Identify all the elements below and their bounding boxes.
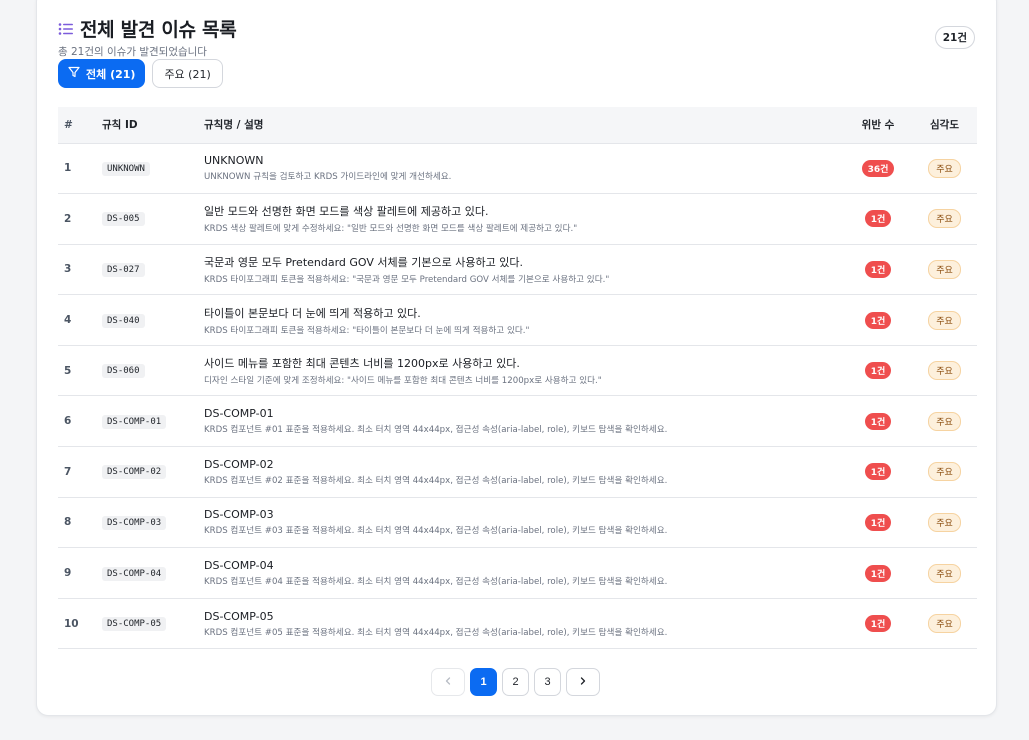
rule-description: UNKNOWN 규칙을 검토하고 KRDS 가이드라인에 맞게 개선하세요. xyxy=(204,172,452,183)
row-number: 4 xyxy=(64,314,72,327)
rule-name: 타이틀이 본문보다 더 눈에 띄게 적용하고 있다. xyxy=(204,306,421,320)
filter-major-label: 주요 (21) xyxy=(164,67,211,81)
prev-page-button[interactable] xyxy=(431,668,465,696)
issues-card: 전체 발견 이슈 목록 총 21건의 이슈가 발견되었습니다 21건 전체 (2… xyxy=(36,0,997,716)
severity-badge: 주요 xyxy=(928,512,961,532)
violation-count-badge: 1건 xyxy=(864,513,892,531)
col-header-number: # xyxy=(58,107,102,144)
row-number: 7 xyxy=(64,465,72,478)
page-button-2[interactable]: 2 xyxy=(502,668,529,696)
row-number: 9 xyxy=(64,567,72,580)
col-header-severity: 심각도 xyxy=(912,107,977,144)
rule-id: DS-COMP-02 xyxy=(102,465,167,480)
rule-description: KRDS 타이포그래피 토큰을 적용하세요: "타이틀이 본문보다 더 눈에 띄… xyxy=(204,325,530,336)
rule-name: DS-COMP-01 xyxy=(204,407,274,421)
rule-name: DS-COMP-05 xyxy=(204,609,274,623)
col-header-violations: 위반 수 xyxy=(844,107,912,144)
table-row[interactable]: 7 DS-COMP-02 DS-COMP-02 KRDS 컴포넌트 #02 표준을… xyxy=(58,447,977,498)
table-row[interactable]: 1 UNKNOWN UNKNOWN UNKNOWN 규칙을 검토하고 KRDS 가… xyxy=(58,143,977,194)
violation-count-badge: 1건 xyxy=(864,260,892,278)
rule-id: DS-060 xyxy=(102,364,145,379)
rule-description: KRDS 컴포넌트 #02 표준을 적용하세요. 최소 터치 영역 44x44p… xyxy=(204,475,668,486)
violation-count-badge: 1건 xyxy=(864,311,892,329)
rule-name: 국문과 영문 모두 Pretendard GOV 서체를 기본으로 사용하고 있… xyxy=(204,255,523,269)
table-row[interactable]: 2 DS-005 일반 모드와 선명한 화면 모드를 색상 팔레트에 제공하고 … xyxy=(58,194,977,245)
table-row[interactable]: 4 DS-040 타이틀이 본문보다 더 눈에 띄게 적용하고 있다. KRDS … xyxy=(58,295,977,346)
rule-description: KRDS 타이포그래피 토큰을 적용하세요: "국문과 영문 모두 Preten… xyxy=(204,274,610,285)
chevron-left-icon xyxy=(443,676,453,689)
page-subtitle: 총 21건의 이슈가 발견되었습니다 xyxy=(58,46,207,58)
rule-description: KRDS 컴포넌트 #05 표준을 적용하세요. 최소 터치 영역 44x44p… xyxy=(204,627,668,638)
rule-id: DS-005 xyxy=(102,212,145,227)
chevron-right-icon xyxy=(578,676,588,689)
table-header-row: # 규칙 ID 규칙명 / 설명 위반 수 심각도 xyxy=(58,107,977,144)
row-number: 10 xyxy=(64,617,79,630)
severity-badge: 주요 xyxy=(928,462,961,482)
rule-id: DS-COMP-05 xyxy=(102,617,167,632)
list-icon xyxy=(58,22,74,36)
table-row[interactable]: 6 DS-COMP-01 DS-COMP-01 KRDS 컴포넌트 #01 표준을… xyxy=(58,396,977,447)
severity-badge: 주요 xyxy=(928,563,961,583)
filter-bar: 전체 (21) 주요 (21) xyxy=(58,59,223,88)
filter-major-button[interactable]: 주요 (21) xyxy=(152,59,223,88)
table-row[interactable]: 5 DS-060 사이드 메뉴를 포함한 최대 콘텐츠 너비를 1200px로 … xyxy=(58,345,977,396)
violation-count-badge: 1건 xyxy=(864,463,892,481)
issues-table: # 규칙 ID 규칙명 / 설명 위반 수 심각도 1 UNKNOWN UNKN… xyxy=(58,107,977,649)
next-page-button[interactable] xyxy=(566,668,600,696)
table-row[interactable]: 9 DS-COMP-04 DS-COMP-04 KRDS 컴포넌트 #04 표준을… xyxy=(58,548,977,599)
table-row[interactable]: 3 DS-027 국문과 영문 모두 Pretendard GOV 서체를 기본… xyxy=(58,244,977,295)
rule-id: DS-040 xyxy=(102,313,145,328)
rule-id: DS-027 xyxy=(102,262,145,277)
severity-badge: 주요 xyxy=(928,614,961,634)
violation-count-badge: 36건 xyxy=(861,159,895,177)
rule-id: DS-COMP-01 xyxy=(102,414,167,429)
title-row: 전체 발견 이슈 목록 xyxy=(58,15,237,42)
rule-description: KRDS 컴포넌트 #03 표준을 적용하세요. 최소 터치 영역 44x44p… xyxy=(204,526,668,537)
violation-count-badge: 1건 xyxy=(864,210,892,228)
page-button-3[interactable]: 3 xyxy=(534,668,561,696)
violation-count-badge: 1건 xyxy=(864,564,892,582)
row-number: 5 xyxy=(64,364,72,377)
rule-id: UNKNOWN xyxy=(102,161,150,176)
row-number: 6 xyxy=(64,415,72,428)
rule-name: 사이드 메뉴를 포함한 최대 콘텐츠 너비를 1200px로 사용하고 있다. xyxy=(204,357,520,371)
table-row[interactable]: 8 DS-COMP-03 DS-COMP-03 KRDS 컴포넌트 #03 표준을… xyxy=(58,497,977,548)
severity-badge: 주요 xyxy=(928,209,961,229)
page-title: 전체 발견 이슈 목록 xyxy=(80,19,237,41)
pagination: 1 2 3 xyxy=(431,668,600,696)
violation-count-badge: 1건 xyxy=(864,615,892,633)
rule-description: KRDS 색상 팔레트에 맞게 수정하세요: "일반 모드와 선명한 화면 모드… xyxy=(204,224,578,235)
rule-name: DS-COMP-04 xyxy=(204,559,274,573)
col-header-rule-id: 규칙 ID xyxy=(102,107,204,144)
row-number: 8 xyxy=(64,516,72,529)
card-header: 전체 발견 이슈 목록 총 21건의 이슈가 발견되었습니다 xyxy=(58,15,237,59)
rule-description: KRDS 컴포넌트 #04 표준을 적용하세요. 최소 터치 영역 44x44p… xyxy=(204,577,668,588)
table-row[interactable]: 10 DS-COMP-05 DS-COMP-05 KRDS 컴포넌트 #05 표준… xyxy=(58,598,977,649)
severity-badge: 주요 xyxy=(928,259,961,279)
filter-all-label: 전체 (21) xyxy=(86,67,136,81)
severity-badge: 주요 xyxy=(928,411,961,431)
filter-icon xyxy=(68,66,80,81)
severity-badge: 주요 xyxy=(928,310,961,330)
rule-description: KRDS 컴포넌트 #01 표준을 적용하세요. 최소 터치 영역 44x44p… xyxy=(204,425,668,436)
row-number: 1 xyxy=(64,162,72,175)
total-count-badge: 21건 xyxy=(934,26,975,49)
rule-id: DS-COMP-03 xyxy=(102,515,167,530)
col-header-rule-name: 규칙명 / 설명 xyxy=(204,107,844,144)
rule-name: DS-COMP-03 xyxy=(204,508,274,522)
severity-badge: 주요 xyxy=(928,158,961,178)
rule-description: 디자인 스타일 기준에 맞게 조정하세요: "사이드 메뉴를 포함한 최대 콘텐… xyxy=(204,376,602,387)
row-number: 3 xyxy=(64,263,72,276)
severity-badge: 주요 xyxy=(928,361,961,381)
rule-name: 일반 모드와 선명한 화면 모드를 색상 팔레트에 제공하고 있다. xyxy=(204,205,489,219)
violation-count-badge: 1건 xyxy=(864,362,892,380)
rule-name: UNKNOWN xyxy=(204,154,264,168)
row-number: 2 xyxy=(64,212,72,225)
filter-all-button[interactable]: 전체 (21) xyxy=(58,59,146,88)
violation-count-badge: 1건 xyxy=(864,412,892,430)
rule-name: DS-COMP-02 xyxy=(204,457,274,471)
page-button-1[interactable]: 1 xyxy=(470,668,497,696)
rule-id: DS-COMP-04 xyxy=(102,566,167,581)
